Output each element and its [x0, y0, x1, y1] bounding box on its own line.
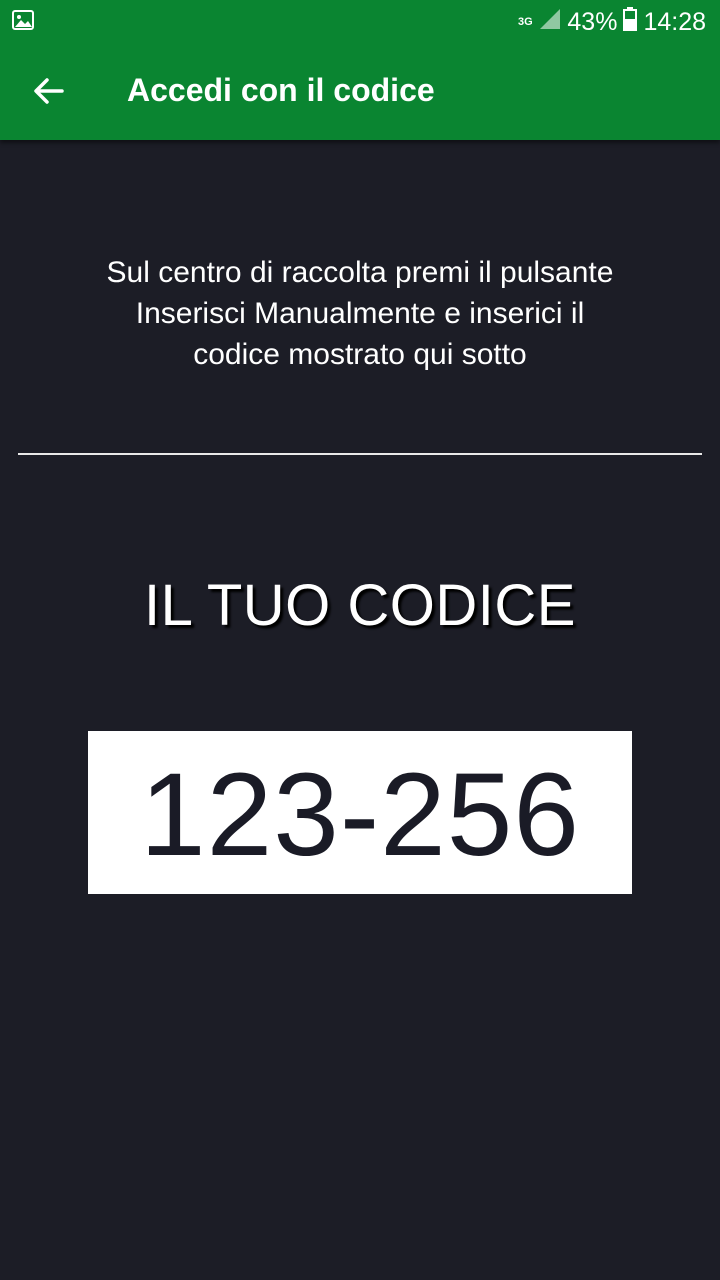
- instructions-text: Sul centro di raccolta premi il pulsante…: [40, 252, 680, 375]
- screen: 3G 43% 14:28 Accedi con il codice Sul ce…: [0, 0, 720, 1280]
- instructions-line: Inserisci Manualmente e inserici il: [135, 297, 585, 330]
- network-type: 3G: [518, 16, 533, 28]
- page-title: Accedi con il codice: [127, 72, 435, 108]
- header: 3G 43% 14:28 Accedi con il codice: [0, 0, 720, 140]
- signal-icon: [539, 8, 561, 37]
- code-box: 123-256: [88, 731, 632, 894]
- gallery-icon: [12, 10, 34, 30]
- divider: [18, 453, 702, 455]
- instructions-line: codice mostrato qui sotto: [193, 338, 527, 371]
- back-button[interactable]: [22, 66, 76, 120]
- clock: 14:28: [643, 7, 706, 36]
- battery-icon: [623, 6, 638, 38]
- app-bar: Accedi con il codice: [0, 44, 720, 140]
- arrow-left-icon: [34, 77, 64, 109]
- code-value: 123-256: [139, 748, 581, 881]
- status-bar: 3G 43% 14:28: [0, 0, 720, 44]
- battery-percent: 43%: [567, 7, 618, 36]
- instructions-line: Sul centro di raccolta premi il pulsante: [106, 256, 614, 289]
- code-heading: IL TUO CODICE: [144, 573, 576, 638]
- status-indicators: 3G 43% 14:28: [517, 6, 706, 38]
